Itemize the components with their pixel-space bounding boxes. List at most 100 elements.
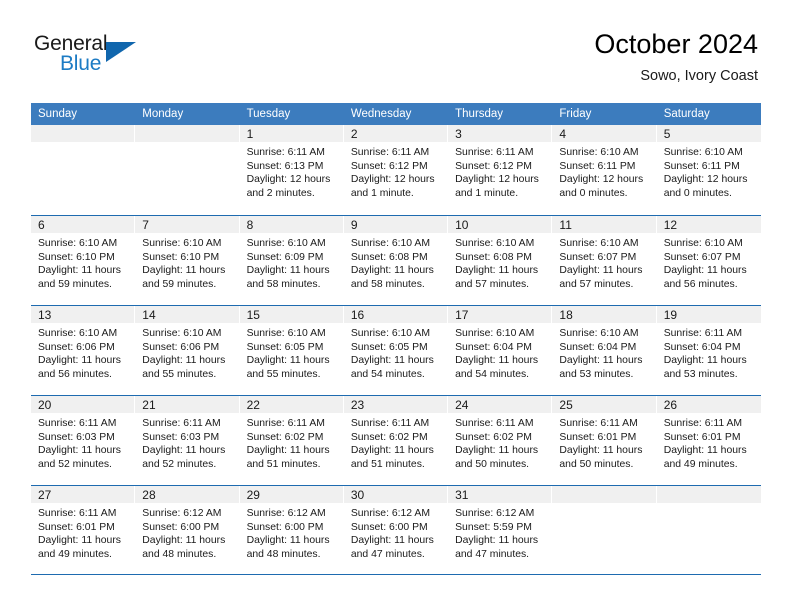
day-details: Sunrise: 6:10 AM Sunset: 6:10 PM Daylight:… [31, 233, 135, 291]
day-details: Sunrise: 6:11 AM Sunset: 6:03 PM Daylight:… [31, 413, 135, 471]
day-cell-14[interactable]: 14 Sunrise: 6:10 AM Sunset: 6:06 PM Dayligh… [135, 306, 240, 395]
day-cell-4[interactable]: 4 Sunrise: 6:10 AM Sunset: 6:11 PM Daylight… [552, 125, 657, 215]
day-cell-18[interactable]: 18 Sunrise: 6:10 AM Sunset: 6:04 PM Dayligh… [552, 306, 657, 395]
day-details: Sunrise: 6:10 AM Sunset: 6:06 PM Daylight:… [135, 323, 239, 381]
day-cell-7[interactable]: 7 Sunrise: 6:10 AM Sunset: 6:10 PM Daylight… [135, 216, 240, 305]
day-cell-24[interactable]: 24 Sunrise: 6:11 AM Sunset: 6:02 PM Dayligh… [448, 396, 553, 485]
day-details: Sunrise: 6:10 AM Sunset: 6:09 PM Daylight:… [240, 233, 344, 291]
daylight-text-cont: and 52 minutes. [142, 458, 217, 470]
daylight-text-cont: and 51 minutes. [246, 458, 321, 470]
weekday-header-thursday: Thursday [455, 108, 504, 120]
sunrise-text: Sunrise: 6:10 AM [142, 238, 222, 249]
day-cell-23[interactable]: 23 Sunrise: 6:11 AM Sunset: 6:02 PM Dayligh… [343, 396, 449, 485]
weekday-header-wednesday: Wednesday [350, 108, 412, 120]
day-cell-21[interactable]: 21 Sunrise: 6:11 AM Sunset: 6:03 PM Dayligh… [135, 396, 240, 485]
sunset-text: Sunset: 6:13 PM [246, 160, 324, 172]
sunset-text: Sunset: 6:00 PM [246, 521, 324, 533]
day-cell-30[interactable]: 30 Sunrise: 6:12 AM Sunset: 6:00 PM Dayligh… [343, 486, 449, 574]
day-number-strip: 1 [239, 125, 344, 142]
general-blue-logo[interactable]: General Blue [34, 32, 154, 84]
daylight-text-cont: and 1 minute. [350, 187, 414, 199]
sunrise-text: Sunrise: 6:10 AM [663, 147, 743, 158]
day-cell-8[interactable]: 8 Sunrise: 6:10 AM Sunset: 6:09 PM Daylight… [239, 216, 344, 305]
day-details [31, 142, 135, 146]
daylight-text: Daylight: 12 hours [246, 174, 331, 186]
day-number-strip: 22 [239, 396, 344, 413]
sunrise-text: Sunrise: 6:11 AM [246, 147, 325, 158]
daylight-text-cont: and 59 minutes. [38, 278, 112, 290]
daylight-text: Daylight: 11 hours [455, 445, 539, 457]
sunrise-text: Sunrise: 6:11 AM [38, 418, 117, 429]
day-cell-6[interactable]: 6 Sunrise: 6:10 AM Sunset: 6:10 PM Daylight… [31, 216, 136, 305]
day-details: Sunrise: 6:10 AM Sunset: 6:11 PM Daylight:… [657, 142, 761, 200]
day-number-strip: 10 [448, 216, 553, 233]
day-details [135, 142, 239, 146]
day-details: Sunrise: 6:11 AM Sunset: 6:01 PM Daylight:… [657, 413, 761, 471]
daylight-text-cont: and 48 minutes. [246, 548, 321, 560]
day-details: Sunrise: 6:12 AM Sunset: 6:00 PM Daylight:… [135, 503, 239, 561]
sunrise-text: Sunrise: 6:11 AM [559, 418, 638, 429]
day-number: 23 [350, 398, 365, 412]
day-cell-9[interactable]: 9 Sunrise: 6:10 AM Sunset: 6:08 PM Daylight… [343, 216, 449, 305]
day-cell-29[interactable]: 29 Sunrise: 6:12 AM Sunset: 6:00 PM Dayligh… [239, 486, 344, 574]
daylight-text-cont: and 55 minutes. [246, 368, 321, 380]
sunrise-text: Sunrise: 6:10 AM [38, 328, 118, 339]
sunrise-text: Sunrise: 6:10 AM [455, 238, 535, 249]
sunrise-text: Sunrise: 6:10 AM [246, 238, 326, 249]
daylight-text-cont: and 57 minutes. [559, 278, 634, 290]
sunrise-text: Sunrise: 6:10 AM [559, 328, 639, 339]
sunrise-text: Sunrise: 6:12 AM [350, 508, 430, 519]
day-cell-11[interactable]: 11 Sunrise: 6:10 AM Sunset: 6:07 PM Dayligh… [552, 216, 657, 305]
day-cell-20[interactable]: 20 Sunrise: 6:11 AM Sunset: 6:03 PM Dayligh… [31, 396, 136, 485]
day-details: Sunrise: 6:10 AM Sunset: 6:05 PM Daylight:… [240, 323, 344, 381]
day-cell-31[interactable]: 31 Sunrise: 6:12 AM Sunset: 5:59 PM Dayligh… [448, 486, 553, 574]
day-number-strip: 26 [656, 396, 761, 413]
day-cell-27[interactable]: 27 Sunrise: 6:11 AM Sunset: 6:01 PM Dayligh… [31, 486, 136, 574]
day-cell-16[interactable]: 16 Sunrise: 6:10 AM Sunset: 6:05 PM Dayligh… [343, 306, 449, 395]
day-cell-28[interactable]: 28 Sunrise: 6:12 AM Sunset: 6:00 PM Dayligh… [135, 486, 240, 574]
day-details: Sunrise: 6:10 AM Sunset: 6:05 PM Daylight:… [344, 323, 448, 381]
daylight-text-cont: and 47 minutes. [455, 548, 530, 560]
day-number-strip: 28 [135, 486, 240, 503]
sunset-text: Sunset: 6:07 PM [559, 251, 637, 263]
day-cell-25[interactable]: 25 Sunrise: 6:11 AM Sunset: 6:01 PM Dayligh… [552, 396, 657, 485]
day-cell-1[interactable]: 1 Sunrise: 6:11 AM Sunset: 6:13 PM Daylight… [239, 125, 344, 215]
day-details: Sunrise: 6:11 AM Sunset: 6:13 PM Daylight:… [240, 142, 344, 200]
day-cell-3[interactable]: 3 Sunrise: 6:11 AM Sunset: 6:12 PM Daylight… [448, 125, 553, 215]
day-cell-15[interactable]: 15 Sunrise: 6:10 AM Sunset: 6:05 PM Dayligh… [239, 306, 344, 395]
day-cell-10[interactable]: 10 Sunrise: 6:10 AM Sunset: 6:08 PM Dayligh… [448, 216, 553, 305]
day-number: 22 [246, 398, 260, 412]
day-cell-26[interactable]: 26 Sunrise: 6:11 AM Sunset: 6:01 PM Dayligh… [656, 396, 761, 485]
day-number: 9 [350, 218, 358, 232]
day-cell-5[interactable]: 5 Sunrise: 6:10 AM Sunset: 6:11 PM Daylight… [656, 125, 761, 215]
day-number: 17 [455, 308, 469, 322]
day-cell-22[interactable]: 22 Sunrise: 6:11 AM Sunset: 6:02 PM Dayligh… [239, 396, 344, 485]
calendar-week-row: 6 Sunrise: 6:10 AM Sunset: 6:10 PM Daylight… [31, 215, 761, 305]
day-cell-empty [31, 125, 136, 215]
sunrise-text: Sunrise: 6:10 AM [663, 238, 743, 249]
weekday-header-monday: Monday [142, 108, 184, 120]
day-number: 29 [246, 488, 260, 502]
daylight-text: Daylight: 11 hours [38, 265, 121, 277]
day-cell-19[interactable]: 19 Sunrise: 6:11 AM Sunset: 6:04 PM Dayligh… [656, 306, 761, 395]
daylight-text-cont: and 59 minutes. [142, 278, 217, 290]
day-details: Sunrise: 6:11 AM Sunset: 6:04 PM Daylight:… [657, 323, 761, 381]
day-number-strip: 15 [239, 306, 344, 323]
day-details [657, 503, 761, 507]
day-cell-2[interactable]: 2 Sunrise: 6:11 AM Sunset: 6:12 PM Daylight… [343, 125, 449, 215]
day-number: 15 [246, 308, 260, 322]
day-number-strip: 16 [343, 306, 449, 323]
blue-triangle-icon [106, 42, 136, 62]
calendar-week-row: 20 Sunrise: 6:11 AM Sunset: 6:03 PM Dayligh… [31, 395, 761, 485]
day-details: Sunrise: 6:10 AM Sunset: 6:04 PM Daylight:… [448, 323, 552, 381]
day-cell-17[interactable]: 17 Sunrise: 6:10 AM Sunset: 6:04 PM Dayligh… [448, 306, 553, 395]
day-number-strip: 19 [656, 306, 761, 323]
day-cell-12[interactable]: 12 Sunrise: 6:10 AM Sunset: 6:07 PM Dayligh… [656, 216, 761, 305]
day-cell-13[interactable]: 13 Sunrise: 6:10 AM Sunset: 6:06 PM Dayligh… [31, 306, 136, 395]
day-number-strip: 20 [31, 396, 136, 413]
sunset-text: Sunset: 6:08 PM [455, 251, 532, 263]
sunrise-text: Sunrise: 6:10 AM [246, 328, 326, 339]
daylight-text-cont: and 54 minutes. [455, 368, 530, 380]
day-number: 12 [663, 218, 678, 232]
sunrise-text: Sunrise: 6:10 AM [350, 328, 430, 339]
